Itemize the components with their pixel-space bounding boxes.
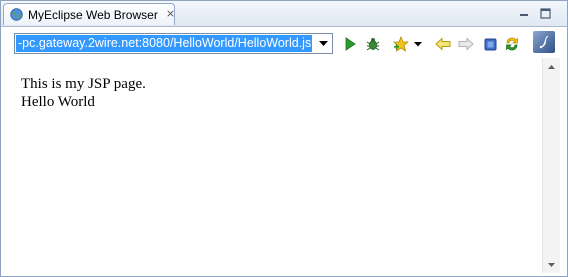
chevron-down-icon[interactable]	[315, 34, 332, 53]
stop-icon[interactable]	[481, 35, 499, 53]
tab-label: MyEclipse Web Browser	[28, 7, 158, 22]
globe-icon	[10, 8, 23, 21]
tab-bar: MyEclipse Web Browser ⨯	[1, 1, 567, 27]
refresh-icon[interactable]	[503, 35, 521, 53]
debug-bug-icon[interactable]	[364, 35, 382, 53]
myeclipse-logo-icon[interactable]	[533, 31, 555, 53]
vertical-scrollbar[interactable]	[542, 58, 560, 273]
maximize-icon[interactable]	[538, 6, 552, 20]
page-content: This is my JSP page. Hello World	[3, 58, 541, 273]
go-icon[interactable]	[341, 35, 359, 53]
page-body: This is my JSP page. Hello World	[21, 75, 146, 111]
scroll-up-icon[interactable]	[543, 58, 560, 75]
url-combobox[interactable]: -pc.gateway.2wire.net:8080/HelloWorld/He…	[14, 33, 333, 54]
favorites-dropdown-icon[interactable]	[412, 35, 424, 53]
close-icon[interactable]: ⨯	[166, 9, 175, 20]
page-text-line: This is my JSP page.	[21, 76, 146, 92]
browser-view: MyEclipse Web Browser ⨯ -pc.gateway.2wir…	[0, 0, 568, 277]
favorites-star-icon[interactable]	[392, 35, 410, 53]
browser-toolbar: -pc.gateway.2wire.net:8080/HelloWorld/He…	[1, 27, 567, 58]
scroll-down-icon[interactable]	[543, 256, 560, 273]
back-arrow-icon[interactable]	[434, 35, 452, 53]
minimize-icon[interactable]	[517, 6, 531, 20]
forward-arrow-icon[interactable]	[457, 35, 475, 53]
url-input[interactable]: -pc.gateway.2wire.net:8080/HelloWorld/He…	[16, 35, 312, 52]
page-text-line: Hello World	[21, 94, 95, 110]
tab-myeclipse-web-browser[interactable]: MyEclipse Web Browser ⨯	[3, 3, 175, 25]
